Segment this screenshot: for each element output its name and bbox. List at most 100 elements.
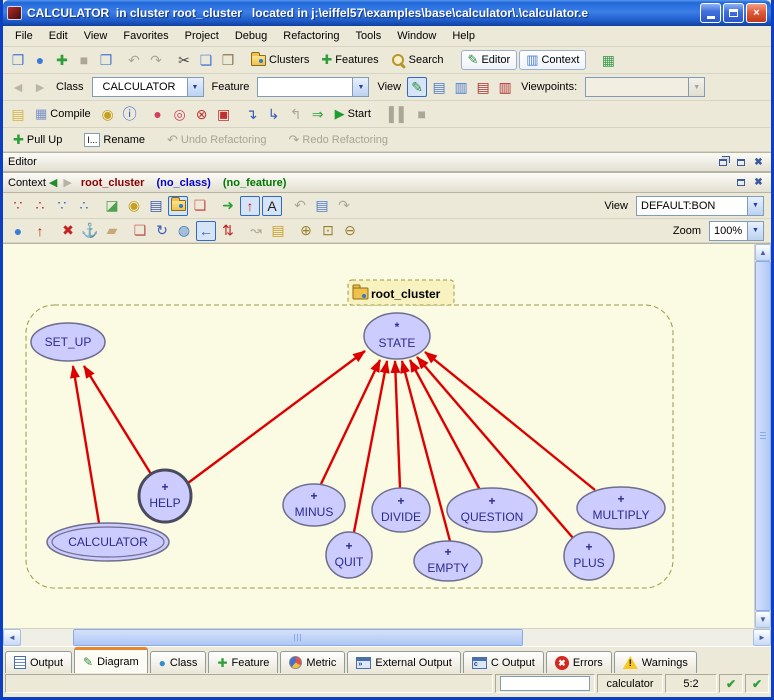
maximize-button[interactable] <box>723 3 744 23</box>
layout-settings-icon[interactable]: ▤ <box>268 221 288 241</box>
features-button[interactable]: ✚Features <box>316 50 383 70</box>
editor-close-button[interactable]: ✖ <box>751 155 766 169</box>
step-over-icon[interactable]: ↴ <box>242 104 262 124</box>
text-view-icon[interactable]: ▥ <box>451 77 471 97</box>
zoom-out-icon[interactable]: ⊖ <box>340 221 360 241</box>
horizontal-scroll-track[interactable] <box>21 629 753 646</box>
class-node-HELP[interactable]: +HELP <box>139 470 191 522</box>
pull-up-button[interactable]: ✚Pull Up <box>8 130 67 150</box>
minimize-button[interactable] <box>700 3 721 23</box>
text-labels-icon[interactable]: A <box>262 196 282 216</box>
class-node-MINUS[interactable]: +MINUS <box>283 484 345 526</box>
copy-icon[interactable]: ❏ <box>196 50 216 70</box>
cut-icon[interactable]: ✂ <box>174 50 194 70</box>
vertical-scroll-thumb[interactable] <box>755 261 771 611</box>
fit-screen-icon[interactable]: ⊡ <box>318 221 338 241</box>
horizontal-scroll-thumb[interactable] <box>73 629 523 646</box>
melt-icon[interactable]: ▤ <box>8 104 28 124</box>
title-bar[interactable]: CALCULATOR in cluster root_cluster locat… <box>3 0 771 26</box>
step-into-icon[interactable]: ↳ <box>264 104 284 124</box>
class-color-icon[interactable]: ❏ <box>190 196 210 216</box>
save-all-icon[interactable]: ❐ <box>96 50 116 70</box>
scroll-up-icon[interactable]: ▲ <box>755 244 771 261</box>
delete-figure-icon[interactable]: ✖ <box>58 221 78 241</box>
vertical-scrollbar[interactable]: ▲ ▼ <box>754 244 771 628</box>
open-target-icon[interactable]: ● <box>30 50 50 70</box>
class-node-PLUS[interactable]: +PLUS <box>564 532 614 580</box>
class-combo[interactable]: CALCULATOR▼ <box>92 77 204 97</box>
inheritance-link-MULTIPLY-to-STATE[interactable] <box>425 352 595 490</box>
spring-layout-icon[interactable]: ∵ <box>52 196 72 216</box>
tab-external-output[interactable]: »External Output <box>347 651 460 673</box>
unanchor-icon[interactable]: ⚓ <box>80 221 100 241</box>
menu-favorites[interactable]: Favorites <box>115 27 176 45</box>
menu-file[interactable]: File <box>7 27 41 45</box>
context-cluster-crumb[interactable]: root_cluster <box>81 177 145 189</box>
search-button[interactable]: Search <box>386 51 449 70</box>
menu-view[interactable]: View <box>76 27 116 45</box>
add-inheritance-icon[interactable]: ↑ <box>30 221 50 241</box>
class-node-CALCULATOR[interactable]: CALCULATOR <box>47 523 169 561</box>
diagram-canvas[interactable]: root_cluster SET_UP *STATE +HELPCALCULATOR +… <box>3 244 754 628</box>
menu-tools[interactable]: Tools <box>348 27 390 45</box>
eraser-icon[interactable]: ▰ <box>102 221 122 241</box>
scroll-left-icon[interactable]: ◄ <box>3 629 21 646</box>
zoom-in-icon[interactable]: ⊕ <box>296 221 316 241</box>
menu-debug[interactable]: Debug <box>227 27 275 45</box>
diagram-view-combo[interactable]: DEFAULT:BON ▼ <box>636 196 764 216</box>
context-back-icon[interactable]: ◀ <box>49 176 57 189</box>
tab-c-output[interactable]: cC Output <box>463 651 544 673</box>
menu-refactoring[interactable]: Refactoring <box>275 27 347 45</box>
enable-breakpoints-icon[interactable]: ● <box>148 104 168 124</box>
rename-button[interactable]: I...Rename <box>79 131 150 149</box>
cluster-tab-root_cluster[interactable]: root_cluster <box>348 280 454 305</box>
menu-edit[interactable]: Edit <box>41 27 76 45</box>
context-feature-crumb[interactable]: (no_feature) <box>223 177 287 189</box>
compile-button[interactable]: ▦Compile <box>30 104 96 124</box>
context-button[interactable]: ▥Context <box>519 50 586 70</box>
tab-metric[interactable]: Metric <box>280 651 345 673</box>
context-maximize-button[interactable] <box>733 176 748 190</box>
back-history-icon[interactable]: ← <box>196 221 216 241</box>
clusters-button[interactable]: Clusters <box>246 52 314 68</box>
editor-pane-header[interactable]: Editor ✖ <box>3 152 771 172</box>
menu-window[interactable]: Window <box>389 27 444 45</box>
formatted-view-icon[interactable]: ▤ <box>429 77 449 97</box>
class-node-MULTIPLY[interactable]: +MULTIPLY <box>577 487 665 529</box>
chevron-down-icon[interactable]: ▼ <box>747 197 763 215</box>
new-target-icon[interactable]: ● <box>8 221 28 241</box>
disable-breakpoints-icon[interactable]: ◎ <box>170 104 190 124</box>
tab-feature[interactable]: ✚Feature <box>208 651 278 673</box>
editor-maximize-button[interactable] <box>733 155 748 169</box>
info-icon[interactable]: ⓘ <box>120 104 140 124</box>
ignore-breakpoints-icon[interactable]: ▣ <box>214 104 234 124</box>
interface-view-icon[interactable]: ▥ <box>495 77 515 97</box>
crop-diagram-icon[interactable]: ◍ <box>174 221 194 241</box>
menu-help[interactable]: Help <box>444 27 483 45</box>
status-search-input[interactable] <box>500 676 590 691</box>
class-node-STATE[interactable]: *STATE <box>364 313 430 359</box>
inheritance-link-QUESTION-to-STATE[interactable] <box>410 360 480 490</box>
inheritance-link-CALCULATOR-to-SET_UP[interactable] <box>73 366 99 523</box>
cluster-figure-icon[interactable]: ∴ <box>30 196 50 216</box>
rotate-icon[interactable]: ↻ <box>152 221 172 241</box>
color-settings-icon[interactable]: ❏ <box>130 221 150 241</box>
new-window-icon[interactable]: ❒ <box>8 50 28 70</box>
context-close-button[interactable]: ✖ <box>751 176 766 190</box>
chevron-down-icon[interactable]: ▼ <box>352 78 368 96</box>
uml-padlock-icon[interactable]: ◉ <box>124 196 144 216</box>
context-class-crumb[interactable]: (no_class) <box>156 177 210 189</box>
class-node-SET_UP[interactable]: SET_UP <box>31 323 105 361</box>
tab-output[interactable]: Output <box>5 651 72 673</box>
close-button[interactable]: × <box>746 3 767 23</box>
uml-view-icon[interactable]: ▤ <box>146 196 166 216</box>
tab-errors[interactable]: ✖Errors <box>546 651 612 673</box>
inheritance-link-HELP-to-STATE[interactable] <box>188 351 365 483</box>
menu-project[interactable]: Project <box>177 27 227 45</box>
tab-warnings[interactable]: !Warnings <box>614 651 697 673</box>
start-button[interactable]: ▶Start <box>330 104 376 124</box>
create-link-icon[interactable]: ➜ <box>218 196 238 216</box>
chevron-down-icon[interactable]: ▼ <box>187 78 203 96</box>
external-commands-icon[interactable]: ▦ <box>598 50 618 70</box>
inheritance-link-HELP-to-SET_UP[interactable] <box>84 366 151 474</box>
